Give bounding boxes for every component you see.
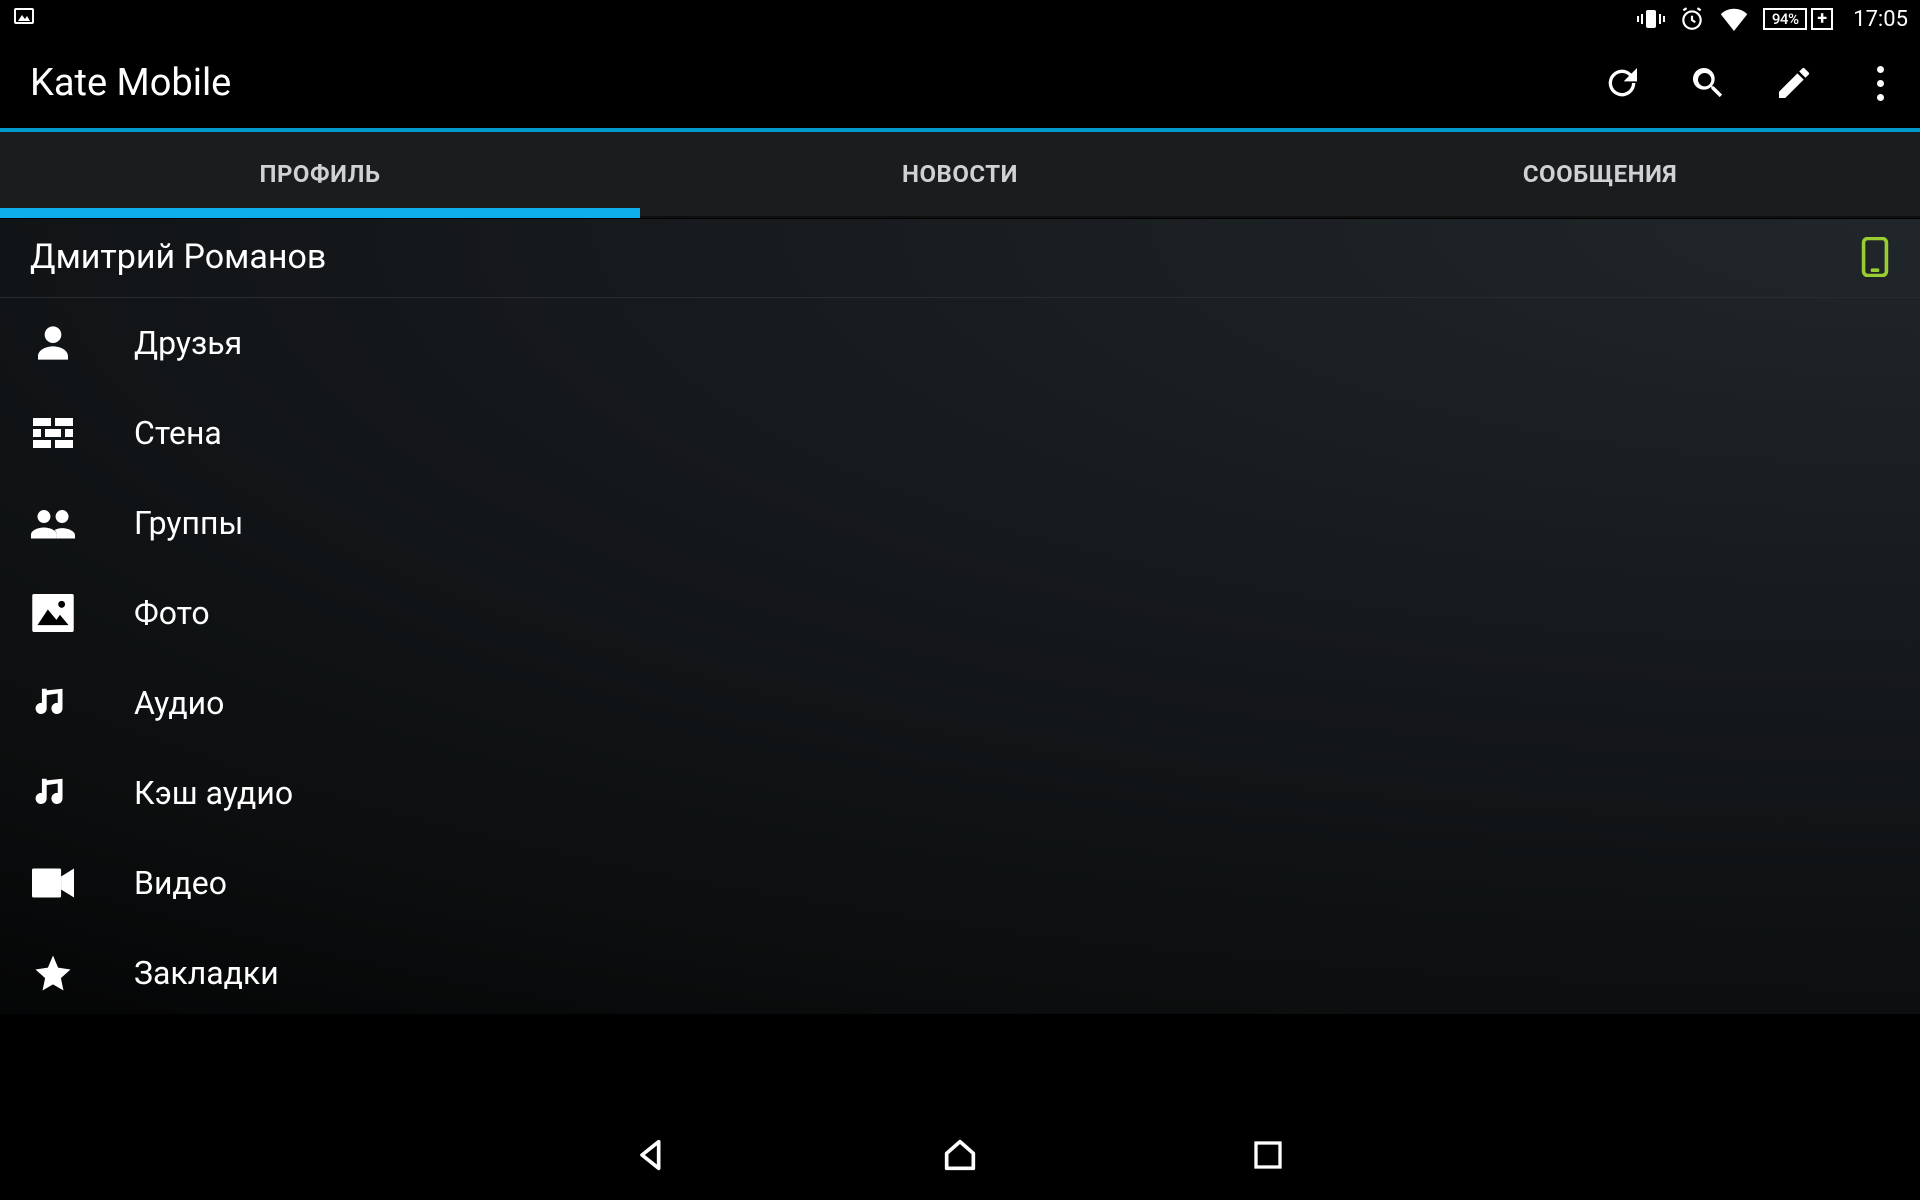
more-vert-icon — [1865, 66, 1895, 101]
app-bar: Kate Mobile — [0, 38, 1920, 132]
menu-item-video[interactable]: Видео — [0, 838, 1920, 928]
nav-back-button[interactable] — [628, 1131, 676, 1179]
menu-item-wall[interactable]: Стена — [0, 388, 1920, 478]
menu-label: Кэш аудио — [134, 774, 293, 812]
music-icon — [26, 676, 80, 730]
app-title: Kate Mobile — [30, 61, 231, 105]
person-icon — [26, 316, 80, 370]
nav-recent-button[interactable] — [1244, 1131, 1292, 1179]
android-status-bar: 94% + 17:05 — [0, 0, 1920, 38]
tab-profile[interactable]: ПРОФИЛЬ — [0, 132, 640, 216]
android-nav-bar — [0, 1110, 1920, 1200]
profile-menu: Друзья Стена — [0, 298, 1920, 1014]
compose-button[interactable] — [1772, 61, 1816, 105]
tab-label: ПРОФИЛЬ — [259, 160, 380, 188]
video-icon — [26, 856, 80, 910]
menu-label: Стена — [134, 414, 222, 452]
menu-label: Аудио — [134, 684, 224, 722]
star-icon — [26, 946, 80, 1000]
menu-label: Закладки — [134, 954, 279, 992]
menu-label: Фото — [134, 594, 210, 632]
menu-item-audio[interactable]: Аудио — [0, 658, 1920, 748]
menu-item-bookmarks[interactable]: Закладки — [0, 928, 1920, 1014]
battery-percent: 94% — [1772, 10, 1799, 28]
menu-item-audio-cache[interactable]: Кэш аудио — [0, 748, 1920, 838]
photo-icon — [26, 586, 80, 640]
tab-bar: ПРОФИЛЬ НОВОСТИ СООБЩЕНИЯ — [0, 132, 1920, 218]
profile-name: Дмитрий Романов — [30, 237, 326, 277]
menu-label: Видео — [134, 864, 227, 902]
refresh-button[interactable] — [1600, 61, 1644, 105]
battery-indicator: 94% + — [1763, 8, 1833, 30]
overflow-menu-button[interactable] — [1858, 61, 1902, 105]
search-button[interactable] — [1686, 61, 1730, 105]
wifi-icon — [1719, 7, 1749, 31]
groups-icon — [26, 496, 80, 550]
picture-notification-icon — [12, 4, 36, 34]
alarm-icon — [1679, 6, 1705, 32]
vibrate-icon — [1637, 7, 1665, 31]
profile-header[interactable]: Дмитрий Романов — [0, 219, 1920, 298]
menu-item-friends[interactable]: Друзья — [0, 298, 1920, 388]
menu-label: Группы — [134, 504, 243, 542]
status-clock: 17:05 — [1853, 7, 1908, 32]
nav-home-button[interactable] — [936, 1131, 984, 1179]
menu-label: Друзья — [134, 324, 242, 362]
wall-icon — [26, 406, 80, 460]
menu-item-groups[interactable]: Группы — [0, 478, 1920, 568]
battery-plus-icon: + — [1811, 8, 1833, 30]
tab-label: НОВОСТИ — [902, 160, 1018, 188]
tab-news[interactable]: НОВОСТИ — [640, 132, 1280, 216]
online-mobile-icon — [1860, 237, 1890, 277]
tab-messages[interactable]: СООБЩЕНИЯ — [1280, 132, 1920, 216]
profile-content: Дмитрий Романов Друзья — [0, 218, 1920, 1014]
music-icon — [26, 766, 80, 820]
menu-item-photos[interactable]: Фото — [0, 568, 1920, 658]
tab-label: СООБЩЕНИЯ — [1523, 160, 1677, 188]
